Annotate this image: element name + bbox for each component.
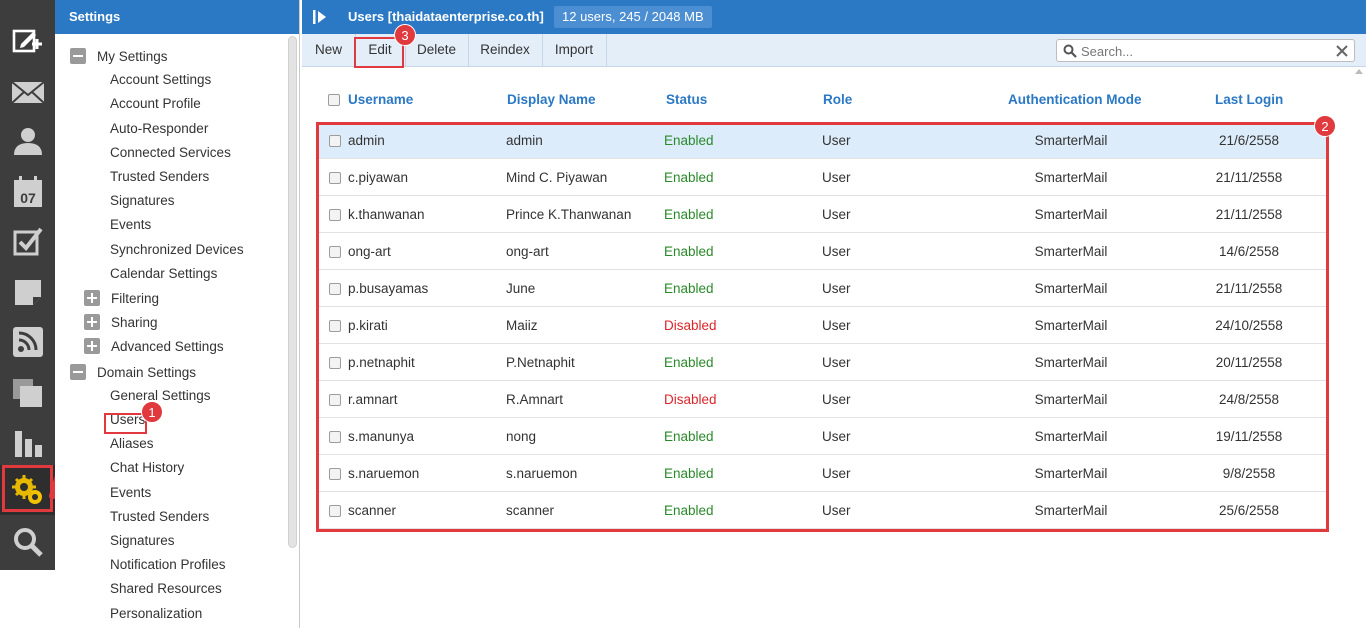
tree-item[interactable]: Connected Services <box>110 145 231 160</box>
tree-item[interactable]: General Settings <box>110 388 211 403</box>
rss-icon[interactable] <box>0 317 55 367</box>
select-all-checkbox[interactable] <box>328 94 340 106</box>
tree-item[interactable]: Signatures <box>110 533 175 548</box>
grid-header: Username Display Name Status Role Authen… <box>302 86 1352 114</box>
tree-item[interactable]: Signatures <box>110 193 175 208</box>
tree-item[interactable]: Personalization <box>110 606 202 621</box>
files-icon[interactable] <box>0 367 55 417</box>
column-status[interactable]: Status <box>666 92 707 107</box>
svg-text:07: 07 <box>20 190 36 206</box>
tree-item[interactable]: Events <box>110 217 151 232</box>
main-header: Users [thaidataenterprise.co.th] 12 user… <box>302 0 1366 34</box>
settings-annotation-box <box>2 465 53 512</box>
tree-scrollbar[interactable] <box>288 36 297 548</box>
tree-item[interactable]: Calendar Settings <box>110 266 217 281</box>
expand-toggle-icon[interactable] <box>84 314 100 330</box>
tasks-icon[interactable] <box>0 216 55 266</box>
user-count-badge: 12 users, 245 / 2048 MB <box>554 6 712 28</box>
notes-icon[interactable] <box>0 267 55 317</box>
column-username[interactable]: Username <box>348 92 413 107</box>
compose-icon[interactable] <box>0 16 55 66</box>
tree-item[interactable]: Synchronized Devices <box>110 242 244 257</box>
tree-item[interactable]: Account Profile <box>110 96 201 111</box>
tree-item[interactable]: Trusted Senders <box>110 509 209 524</box>
settings-panel-title: Settings <box>55 0 299 34</box>
tree-group-label: Advanced Settings <box>111 338 224 354</box>
search-icon[interactable] <box>0 517 55 567</box>
annotation-badge-1: 1 <box>141 401 163 423</box>
expand-toggle-icon[interactable] <box>84 338 100 354</box>
import-button[interactable]: Import <box>542 34 606 67</box>
mail-icon[interactable] <box>0 67 55 117</box>
tree-group-my-settings[interactable]: My Settings <box>70 48 168 64</box>
column-role[interactable]: Role <box>823 92 852 107</box>
collapse-toggle-icon[interactable] <box>70 364 86 380</box>
tree-item[interactable]: Chat History <box>110 460 184 475</box>
column-display-name[interactable]: Display Name <box>507 92 596 107</box>
annotation-badge-3: 3 <box>394 24 416 46</box>
tree-item[interactable]: Events <box>110 485 151 500</box>
tree-item[interactable]: Auto-Responder <box>110 121 208 136</box>
collapse-toggle-icon[interactable] <box>70 48 86 64</box>
tree-group-label: My Settings <box>97 48 168 64</box>
rows-annotation-box <box>316 122 1329 532</box>
tree-group-collapsed[interactable]: Filtering <box>84 290 159 306</box>
collapse-panel-icon[interactable] <box>312 9 328 25</box>
tree-group-collapsed[interactable]: Advanced Settings <box>84 338 224 354</box>
expand-toggle-icon[interactable] <box>84 290 100 306</box>
tree-group-label: Domain Settings <box>97 364 197 380</box>
tree-item[interactable]: Account Settings <box>110 72 211 87</box>
tree-group-collapsed[interactable]: Sharing <box>84 314 158 330</box>
icon-rail: 07 <box>0 0 55 628</box>
search-box <box>1056 39 1355 62</box>
column-authentication-mode[interactable]: Authentication Mode <box>1008 92 1142 107</box>
app: 07 Settings My Settings Account Settings… <box>0 0 1366 628</box>
main-scrollbar[interactable] <box>1354 68 1364 628</box>
tree-item[interactable]: Shared Resources <box>110 581 222 596</box>
tree-item[interactable]: Trusted Senders <box>110 169 209 184</box>
clear-search-icon[interactable] <box>1335 44 1349 58</box>
tree-group-domain-settings[interactable]: Domain Settings <box>70 364 196 380</box>
users-annotation-box <box>104 413 147 434</box>
contacts-icon[interactable] <box>0 116 55 166</box>
column-last-login[interactable]: Last Login <box>1215 92 1283 107</box>
calendar-icon[interactable]: 07 <box>0 166 55 216</box>
page-title: Users [thaidataenterprise.co.th] <box>348 9 544 24</box>
toolbar-divider <box>606 34 607 67</box>
search-glass-icon <box>1063 44 1077 58</box>
tree-item[interactable]: Notification Profiles <box>110 557 226 572</box>
tree-group-label: Sharing <box>111 314 158 330</box>
tree-group-label: Filtering <box>111 290 160 306</box>
search-input[interactable] <box>1081 42 1331 60</box>
reindex-button[interactable]: Reindex <box>468 34 542 67</box>
reports-icon[interactable] <box>0 417 55 467</box>
tree-item[interactable]: Aliases <box>110 436 154 451</box>
new-button[interactable]: New <box>302 34 355 67</box>
annotation-badge-2: 2 <box>1314 115 1336 137</box>
